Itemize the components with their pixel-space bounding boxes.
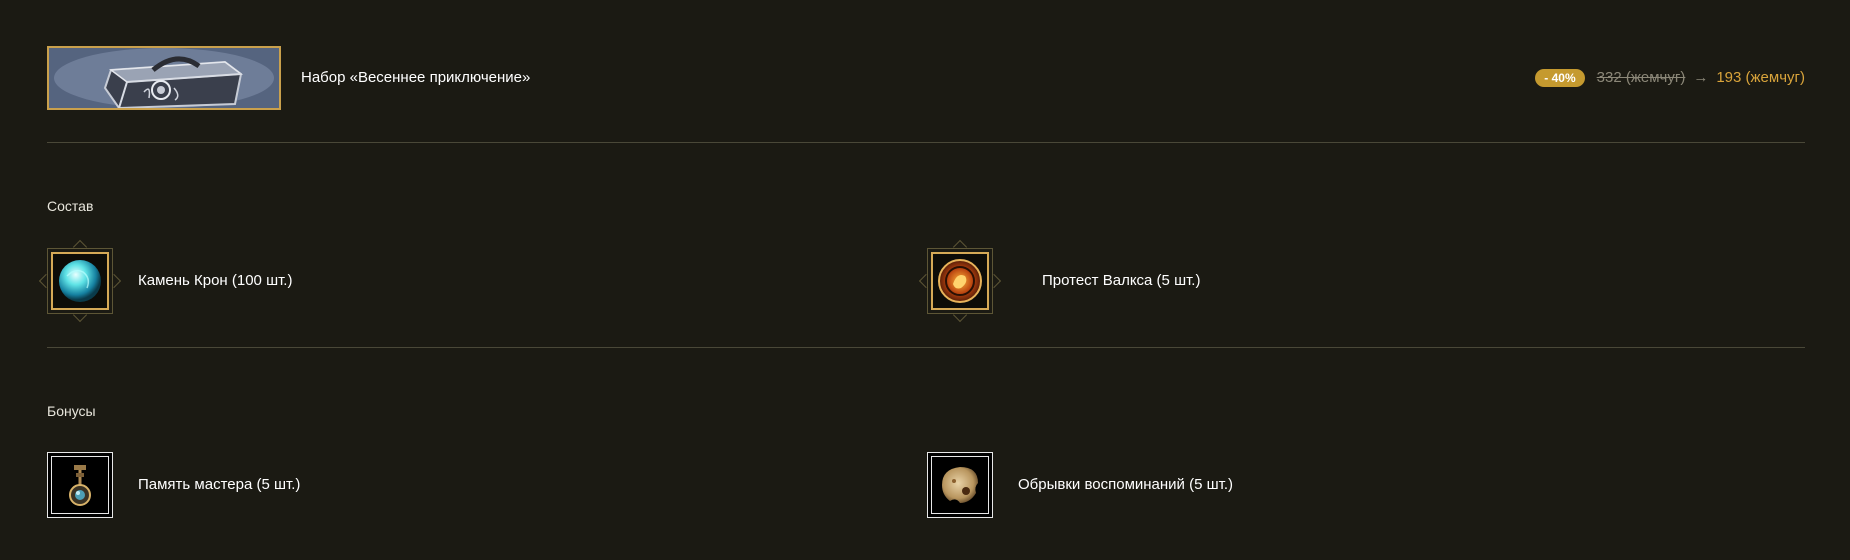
treasure-chest-icon (47, 46, 281, 110)
bonus-item-memory-fragment[interactable]: Обрывки воспоминаний (5 шт.) (927, 452, 1527, 518)
new-price: 193 (жемчуг) (1716, 69, 1805, 86)
composition-item-crown-stone[interactable]: Камень Крон (100 шт.) (38, 239, 647, 323)
price-arrow: → (1693, 69, 1709, 86)
section-title-bonuses: Бонусы (47, 403, 96, 419)
memory-fragment-icon (942, 467, 978, 503)
discount-badge: - 40% (1535, 69, 1585, 87)
item-label: Протест Валкса (5 шт.) (1042, 272, 1201, 289)
item-frame (38, 239, 122, 323)
section-title-composition: Состав (47, 198, 94, 214)
composition-item-valks[interactable]: Протест Валкса (5 шт.) (918, 239, 1527, 323)
master-memory-icon (69, 465, 91, 506)
price-block: - 40% 332 (жемчуг) → 193 (жемчуг) (1535, 69, 1805, 87)
crown-stone-icon (59, 260, 101, 302)
product-title: Набор «Весеннее приключение» (301, 69, 531, 86)
valks-cry-icon (938, 259, 982, 303)
item-frame (918, 239, 1002, 323)
item-label: Память мастера (5 шт.) (138, 476, 301, 493)
package-details-page: Набор «Весеннее приключение» - 40% 332 (… (0, 0, 1850, 560)
bonus-item-master-memory[interactable]: Память мастера (5 шт.) (47, 452, 647, 518)
divider (47, 347, 1805, 348)
item-frame (47, 452, 113, 518)
item-label: Камень Крон (100 шт.) (138, 272, 293, 289)
divider (47, 142, 1805, 143)
item-label: Обрывки воспоминаний (5 шт.) (1018, 476, 1234, 493)
item-frame (927, 452, 993, 518)
old-price: 332 (жемчуг) (1596, 69, 1686, 86)
